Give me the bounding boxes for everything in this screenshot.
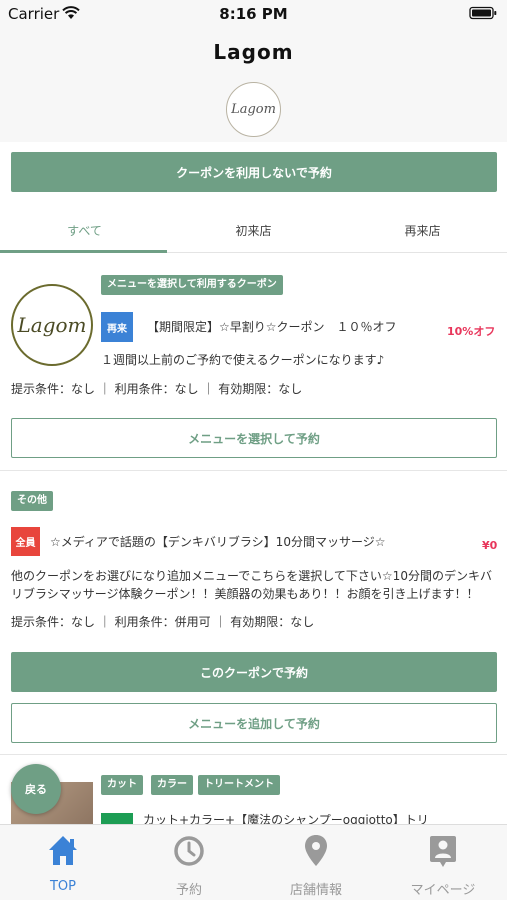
nav-bar: Lagom: [0, 28, 507, 76]
tab-repeat-visit[interactable]: 再来店: [338, 207, 507, 253]
select-menu-and-book-button[interactable]: メニューを選択して予約: [11, 418, 497, 458]
page-title: Lagom: [213, 40, 294, 64]
status-time: 8:16 PM: [219, 5, 288, 23]
tab-reservation[interactable]: 予約: [126, 825, 252, 900]
person-badge-icon: [430, 836, 456, 867]
tab-store-info[interactable]: 店舗情報: [253, 825, 379, 900]
tab-label-store-info: 店舗情報: [289, 883, 342, 898]
tab-my-page[interactable]: マイページ: [380, 825, 506, 900]
coupon-conditions: 提示条件：なし ｜ 利用条件：なし ｜ 有効期限：なし: [11, 382, 303, 396]
coupon-category-tag: その他: [11, 491, 53, 511]
menu-tag-treatment: トリートメント: [198, 775, 280, 795]
bottom-tab-bar: TOP 予約 店舗情報 マイページ: [0, 824, 507, 900]
salon-logo-area: Lagom: [0, 76, 507, 142]
coupon-description: １週間以上前のご予約で使えるクーポンになります♪: [101, 353, 385, 367]
location-pin-icon: [305, 835, 327, 866]
coupon-title: カット+カラー+【魔法のシャンプーoggiotto】トリ: [143, 813, 429, 824]
menu-tag-cut: カット: [101, 775, 143, 795]
tab-label-reservation: 予約: [175, 883, 202, 898]
add-menu-and-book-button[interactable]: メニューを追加して予約: [11, 703, 497, 743]
book-with-coupon-button[interactable]: このクーポンで予約: [11, 652, 497, 692]
salon-logo: Lagom: [226, 82, 281, 137]
tab-all[interactable]: すべて: [0, 207, 169, 253]
status-bar: Carrier 8:16 PM: [0, 0, 507, 28]
menu-tag-color: カラー: [151, 775, 193, 795]
everyone-badge: 全員: [11, 527, 40, 556]
clock-icon: [174, 836, 204, 866]
coupon-discount: 10%オフ: [447, 325, 496, 338]
repeat-visit-badge: 再来: [101, 312, 133, 342]
coupon-conditions: 提示条件：なし ｜ 利用条件：併用可 ｜ 有効期限：なし: [11, 615, 315, 629]
coupon-type-tag: メニューを選択して利用するクーポン: [101, 275, 283, 295]
active-tab-indicator: [0, 250, 167, 253]
tab-first-visit[interactable]: 初来店: [169, 207, 338, 253]
book-without-coupon-button[interactable]: クーポンを利用しないで予約: [11, 152, 497, 192]
home-icon: [49, 836, 77, 865]
coupon-divider: [0, 754, 507, 755]
coupon-description: 他のクーポンをお選びになり追加メニューでこちらを選択して下さい☆10分間のデンキ…: [11, 569, 492, 601]
tab-label-top: TOP: [49, 879, 76, 894]
coupon-price: ¥0: [482, 539, 498, 552]
back-button[interactable]: 戻る: [11, 764, 61, 814]
tab-top[interactable]: TOP: [0, 825, 126, 900]
coupon-title: 【期間限定】☆早割り☆クーポン １０％オフ: [147, 320, 397, 334]
coupon-logo: Lagom: [11, 284, 93, 366]
tab-label-my-page: マイページ: [410, 883, 476, 898]
coupon-title: ☆メディアで話題の【デンキバリブラシ】10分間マッサージ☆: [50, 535, 386, 549]
coupon-badge: [101, 813, 133, 824]
coupon-divider: [0, 470, 507, 471]
coupon-tabs: すべて 初来店 再来店: [0, 207, 507, 253]
battery-icon: [469, 6, 497, 20]
